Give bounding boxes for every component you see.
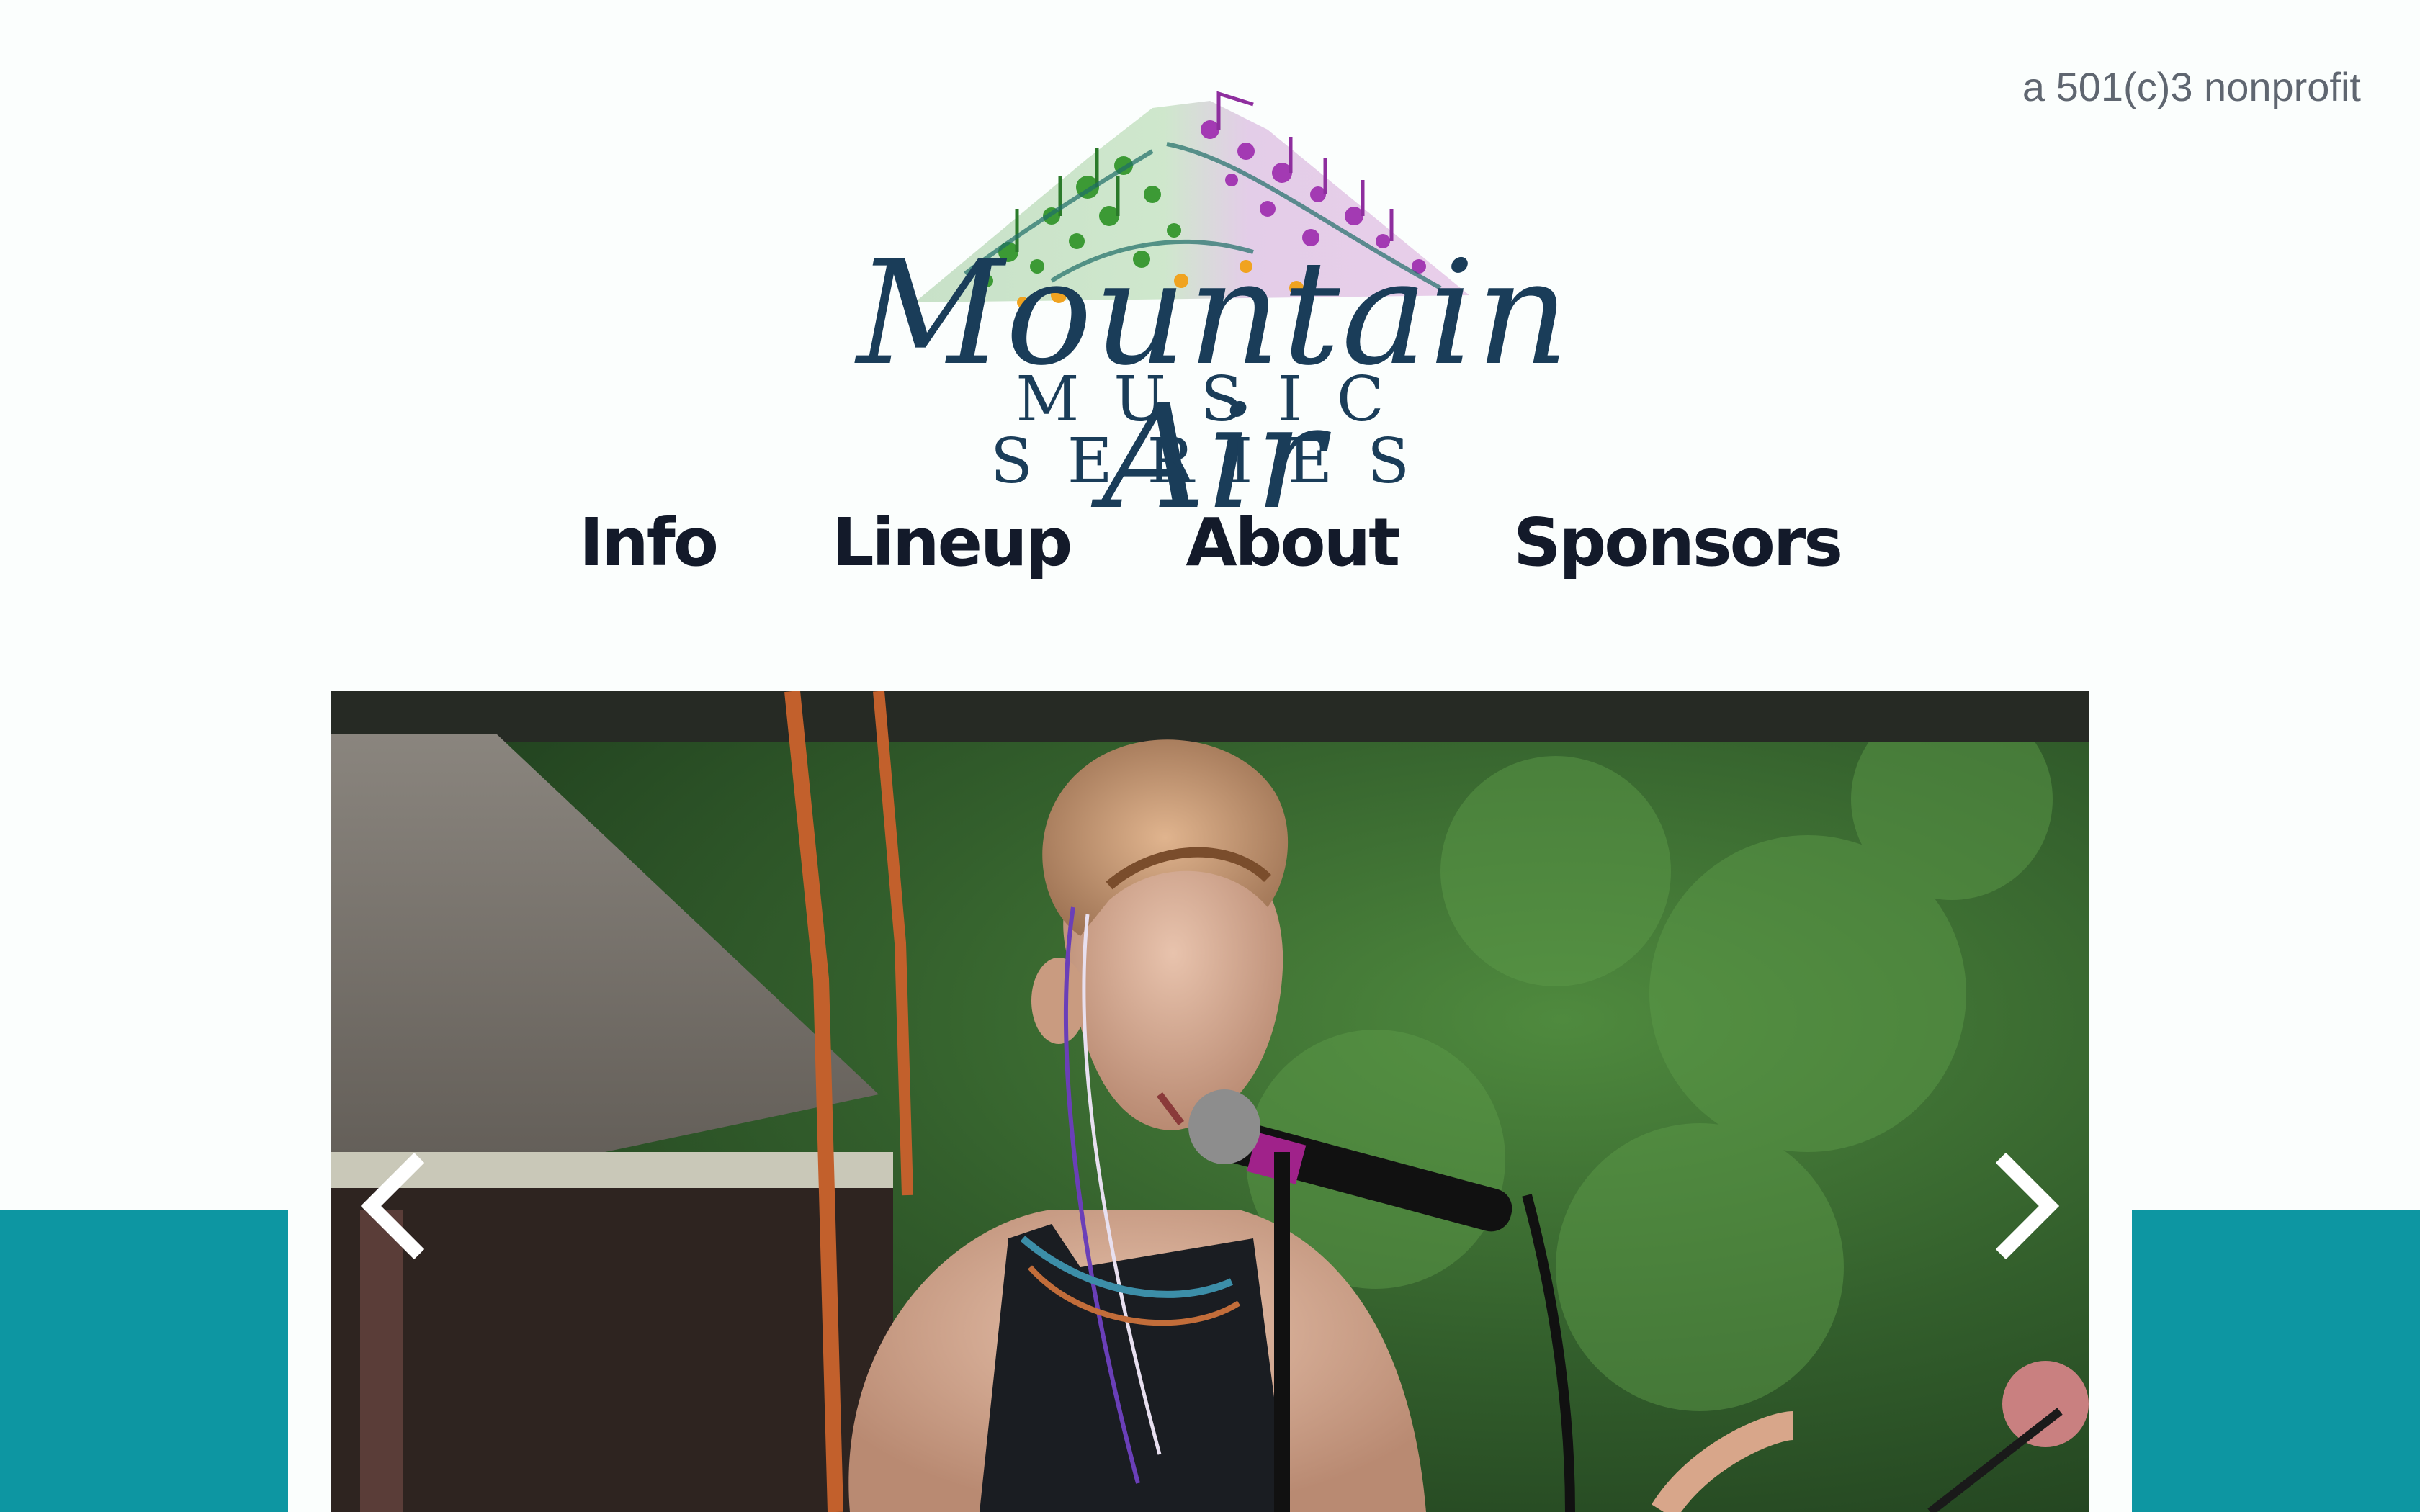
teal-accent-block-right — [2132, 1210, 2420, 1512]
nav-item-lineup[interactable]: Lineup — [832, 504, 1072, 581]
hero-image-carousel[interactable] — [331, 691, 2089, 1512]
carousel-photo-singer — [331, 691, 2089, 1512]
chevron-left-icon[interactable] — [353, 1152, 432, 1260]
nonprofit-tagline: a 501(c)3 nonprofit — [2022, 64, 2361, 109]
teal-accent-block-left — [0, 1210, 288, 1512]
nav-item-sponsors[interactable]: Sponsors — [1513, 504, 1843, 581]
chevron-right-icon[interactable] — [1988, 1152, 2067, 1260]
nav-item-info[interactable]: Info — [579, 504, 719, 581]
logo-subtitle: MUSIC SERIES — [990, 364, 1445, 498]
nav-item-about[interactable]: About — [1186, 504, 1400, 581]
main-navigation: Info Lineup About Sponsors — [0, 504, 2420, 581]
site-logo[interactable]: Mountain Air MUSIC SERIES — [749, 86, 1678, 530]
